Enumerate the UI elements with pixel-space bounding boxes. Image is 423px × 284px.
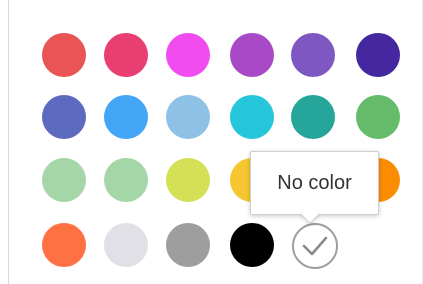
color-swatch[interactable] <box>230 223 274 267</box>
color-swatch[interactable] <box>166 95 210 139</box>
color-swatch[interactable] <box>166 223 210 267</box>
check-icon <box>302 236 328 256</box>
no-color-tooltip: No color <box>250 151 379 215</box>
color-swatch[interactable] <box>291 33 335 77</box>
color-swatch[interactable] <box>356 33 400 77</box>
color-swatch[interactable] <box>104 95 148 139</box>
color-swatch[interactable] <box>166 33 210 77</box>
color-swatch[interactable] <box>42 158 86 202</box>
color-swatch[interactable] <box>166 158 210 202</box>
color-swatch[interactable] <box>230 33 274 77</box>
color-swatch[interactable] <box>104 33 148 77</box>
panel-left-border <box>8 0 9 284</box>
color-swatch[interactable] <box>291 95 335 139</box>
color-swatch[interactable] <box>42 95 86 139</box>
color-swatch[interactable] <box>42 33 86 77</box>
no-color-button[interactable] <box>292 223 338 269</box>
color-picker-panel: No color <box>0 0 423 284</box>
color-swatch[interactable] <box>42 223 86 267</box>
color-swatch[interactable] <box>104 223 148 267</box>
tooltip-text: No color <box>277 172 352 194</box>
color-swatch[interactable] <box>104 158 148 202</box>
color-swatch[interactable] <box>230 95 274 139</box>
color-swatch[interactable] <box>356 95 400 139</box>
